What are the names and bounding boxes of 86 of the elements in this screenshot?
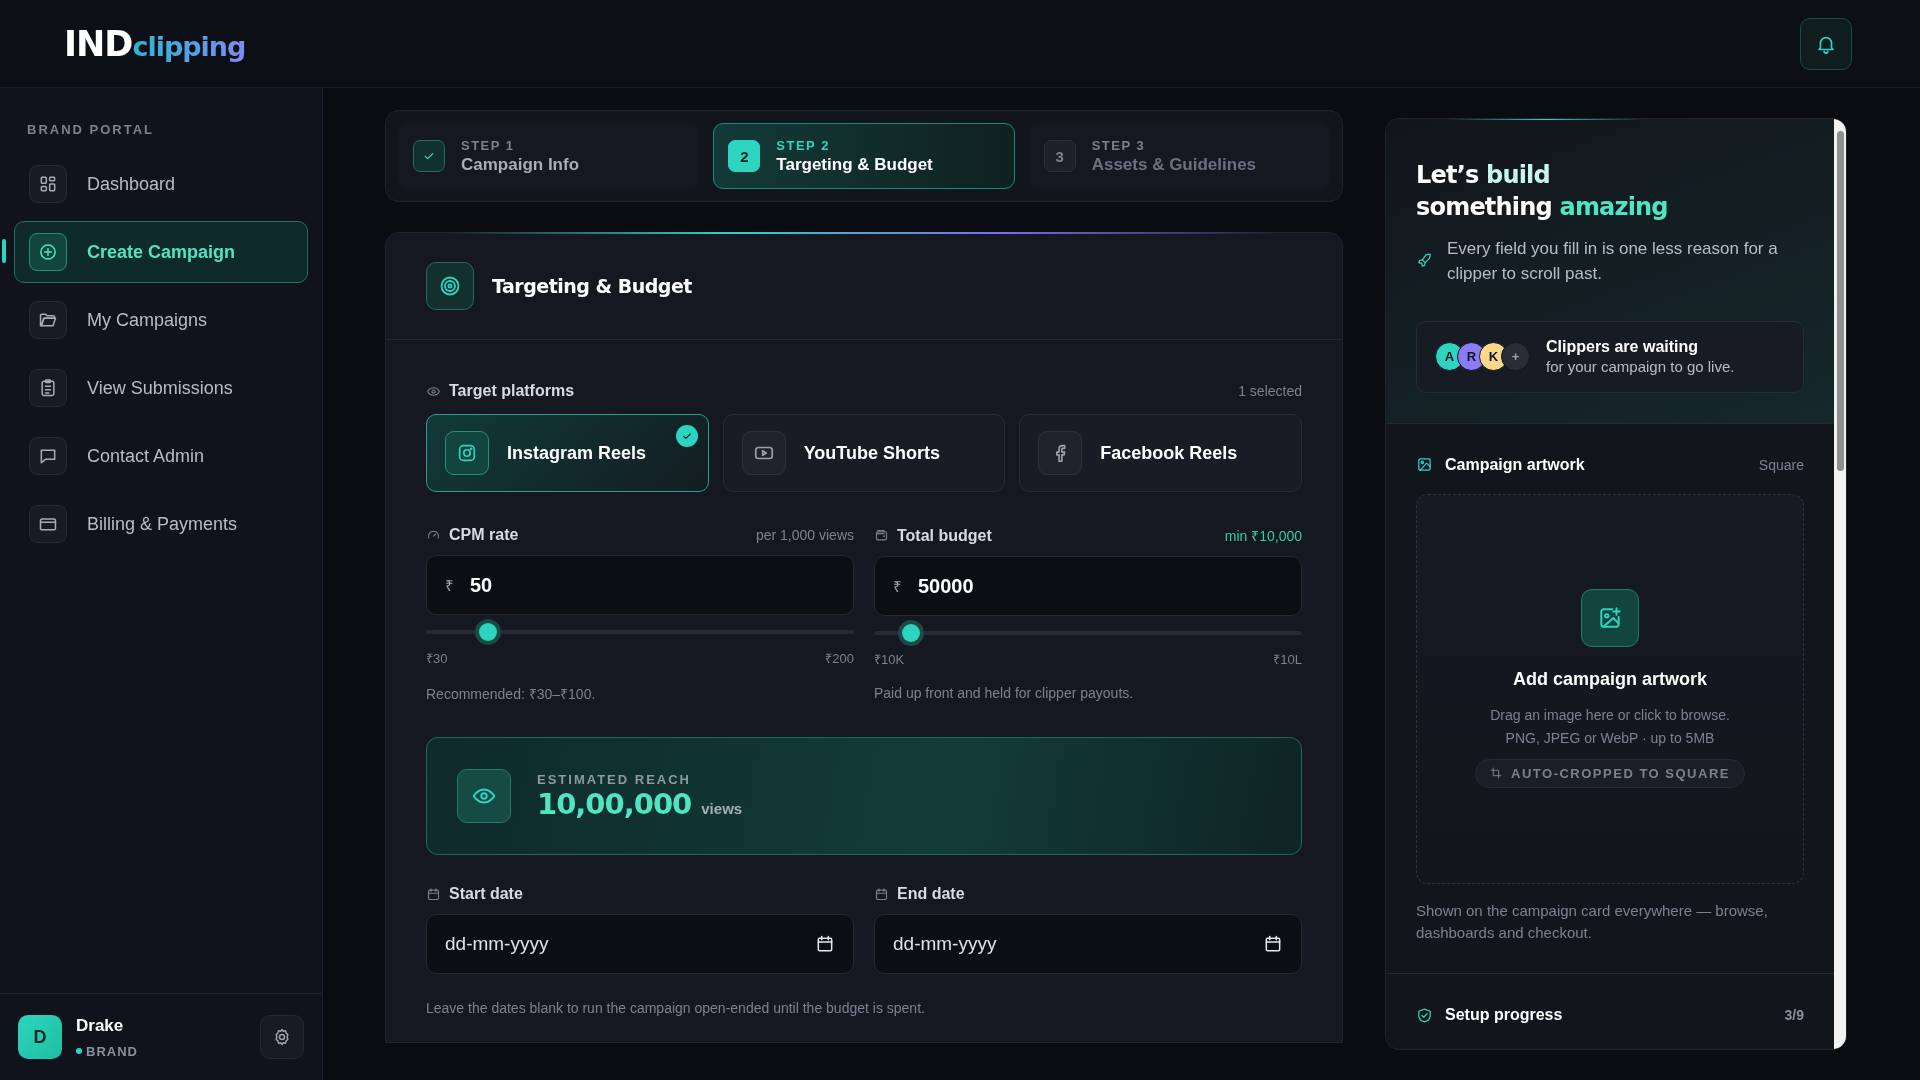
field-note: min ₹10,000 bbox=[1224, 527, 1302, 545]
reach-value: 10,00,000 bbox=[537, 786, 692, 821]
shape-label: Square bbox=[1758, 456, 1804, 473]
scrollbar[interactable] bbox=[1834, 119, 1846, 1049]
nav-item[interactable]: Contact Admin bbox=[14, 425, 308, 487]
check-icon bbox=[675, 425, 698, 447]
status-dot bbox=[76, 1048, 82, 1054]
field-label: Target platforms bbox=[449, 382, 575, 400]
calendar-icon bbox=[874, 886, 889, 902]
upload-hint: Drag an image here or click to browse. bbox=[1490, 706, 1730, 726]
logo-text: IND bbox=[64, 23, 133, 64]
active-indicator bbox=[2, 239, 6, 263]
date-field[interactable]: dd-mm-yyyy bbox=[874, 914, 1302, 974]
field-label: End date bbox=[897, 885, 965, 903]
user-role: BRAND bbox=[86, 1043, 138, 1059]
section-label: BRAND PORTAL bbox=[27, 122, 156, 137]
info-tag: AUTO-CROPPED TO SQUARE bbox=[1475, 759, 1745, 789]
progress-count: 3/9 bbox=[1784, 1007, 1804, 1024]
waiting-text: for your campaign to go live. bbox=[1546, 358, 1735, 376]
notification-button[interactable] bbox=[1800, 17, 1852, 70]
field-hint: Paid up front and held for clipper payouts. bbox=[874, 685, 1135, 701]
card-title: Targeting & Budget bbox=[492, 275, 692, 297]
date-input[interactable]: dd-mm-yyyy bbox=[893, 915, 1247, 973]
tagline: Every field you fill in is one less reason for a clipper to scroll past. bbox=[1447, 237, 1779, 286]
section-title: Setup progress bbox=[1445, 1006, 1563, 1025]
wallet-icon bbox=[874, 528, 889, 543]
date-input[interactable]: dd-mm-yyyy bbox=[445, 915, 799, 973]
clipboard-icon bbox=[38, 378, 58, 398]
range-min: ₹10K bbox=[874, 651, 905, 668]
section-title: Campaign artwork bbox=[1445, 455, 1585, 474]
grid-icon bbox=[38, 174, 58, 194]
user-avatar: D bbox=[18, 1015, 62, 1059]
waiting-title: Clippers are waiting bbox=[1546, 338, 1700, 357]
image-icon bbox=[1416, 456, 1433, 474]
platform-option[interactable]: Instagram Reels bbox=[426, 414, 709, 492]
platform-option[interactable]: Facebook Reels bbox=[1019, 414, 1302, 492]
field-note: per 1,000 views bbox=[755, 527, 854, 543]
field-label: CPM rate bbox=[449, 526, 519, 544]
range-slider[interactable] bbox=[426, 621, 854, 643]
step-number: 2 bbox=[728, 140, 761, 172]
nav-item[interactable]: View Submissions bbox=[14, 357, 308, 419]
range-min: ₹30 bbox=[426, 650, 448, 667]
reach-label: ESTIMATED REACH bbox=[537, 771, 692, 787]
amount-field[interactable]: ₹ 50000 bbox=[874, 556, 1302, 616]
target-icon bbox=[438, 274, 462, 298]
upload-hint: PNG, JPEG or WebP · up to 5MB bbox=[1504, 728, 1716, 748]
nav-item[interactable]: Billing & Payments bbox=[14, 493, 308, 555]
chat-icon bbox=[38, 446, 58, 466]
upload-title: Add campaign artwork bbox=[1512, 669, 1707, 691]
shield-check-icon bbox=[1416, 1006, 1433, 1024]
step-number: 3 bbox=[1043, 140, 1076, 172]
settings-button[interactable] bbox=[260, 1015, 304, 1059]
step-tab[interactable]: 2 STEP 2 Targeting & Budget bbox=[713, 123, 1015, 189]
nav-item[interactable]: Dashboard bbox=[14, 153, 308, 215]
step-tab[interactable]: STEP 1 Campaign Info bbox=[398, 123, 700, 189]
instagram-icon bbox=[456, 442, 478, 464]
nav-item[interactable]: Create Campaign bbox=[14, 221, 308, 283]
nav-item[interactable]: My Campaigns bbox=[14, 289, 308, 351]
crop-icon bbox=[1490, 767, 1504, 781]
field-hint: Recommended: ₹30–₹100. bbox=[426, 685, 597, 703]
gear-icon bbox=[272, 1027, 292, 1047]
slider-handle[interactable] bbox=[479, 623, 498, 641]
artwork-caption: Shown on the campaign card everywhere — browse, dashboards and checkout. bbox=[1416, 900, 1769, 943]
folder-icon bbox=[38, 310, 58, 330]
range-max: ₹10L bbox=[1273, 651, 1302, 668]
selection-count: 1 selected bbox=[1238, 383, 1302, 399]
calendar-icon bbox=[426, 886, 441, 902]
panel-headline: Let’s build something amazing bbox=[1416, 160, 1669, 224]
plus-circle-icon bbox=[38, 242, 58, 262]
calendar-icon[interactable] bbox=[1263, 934, 1283, 954]
range-slider[interactable] bbox=[874, 622, 1302, 644]
platform-option[interactable]: YouTube Shorts bbox=[722, 414, 1006, 492]
avatar: + bbox=[1501, 342, 1530, 372]
reach-unit: views bbox=[701, 799, 743, 817]
rocket-icon bbox=[1416, 251, 1433, 269]
date-field[interactable]: dd-mm-yyyy bbox=[426, 914, 854, 974]
range-max: ₹200 bbox=[825, 650, 854, 667]
user-name: Drake bbox=[76, 1015, 125, 1036]
field-label: Start date bbox=[449, 885, 523, 903]
upload-dropzone[interactable]: Add campaign artwork Drag an image here or click to browse. PNG, JPEG or WebP · up to 5MB AUTO-CROPPED TO SQUARE bbox=[1416, 493, 1804, 884]
field-hint: Leave the dates blank to run the campaign open-ended until the budget is spent. bbox=[426, 1000, 926, 1016]
calendar-icon[interactable] bbox=[815, 934, 835, 954]
field-label: Total budget bbox=[897, 526, 992, 545]
amount-field[interactable]: ₹ 50 bbox=[426, 555, 854, 615]
step-tab[interactable]: 3 STEP 3 Assets & Guidelines bbox=[1028, 123, 1330, 189]
slider-handle[interactable] bbox=[901, 624, 920, 642]
